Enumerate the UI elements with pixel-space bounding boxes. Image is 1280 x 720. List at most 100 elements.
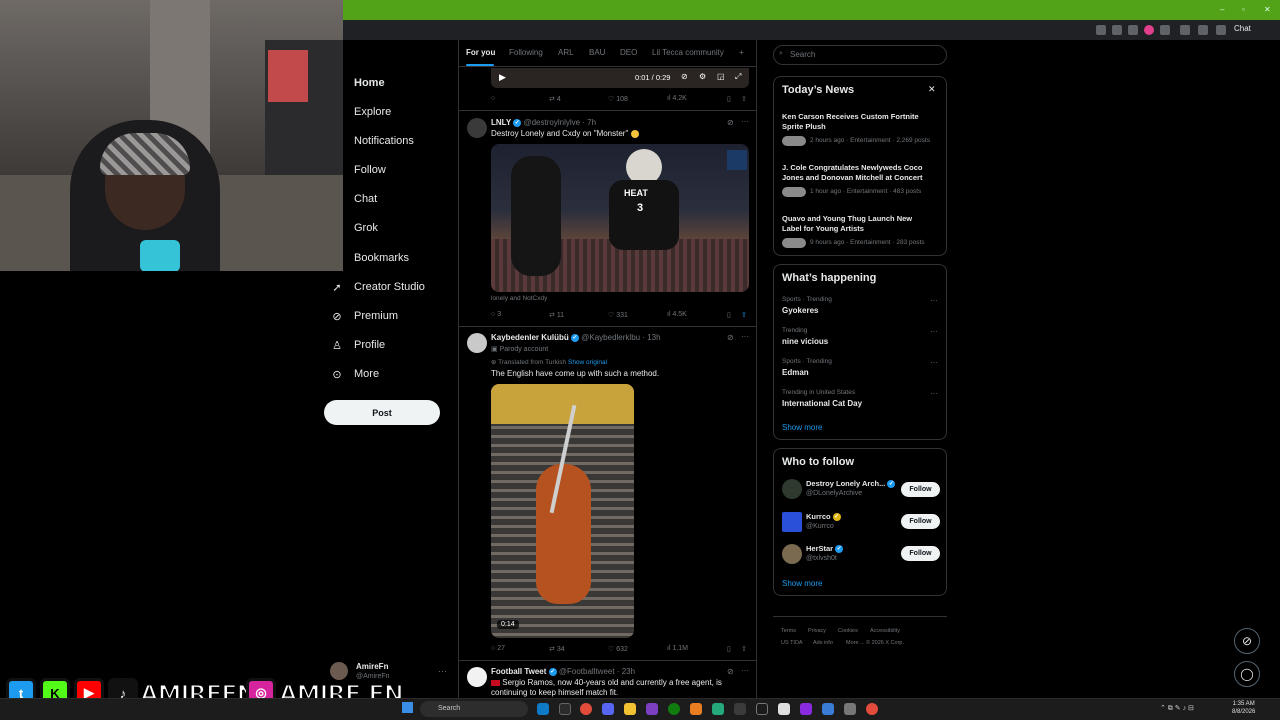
footer-more-link[interactable]: More ... bbox=[846, 640, 865, 646]
nav-more[interactable]: ⊙ More bbox=[330, 363, 379, 385]
avatar[interactable] bbox=[782, 479, 802, 499]
more-icon[interactable]: ··· bbox=[930, 296, 938, 305]
nav-home[interactable]: Home bbox=[330, 72, 385, 94]
app-icon[interactable] bbox=[712, 703, 724, 715]
avatar[interactable] bbox=[467, 118, 487, 138]
tab-deo[interactable]: DEO bbox=[620, 48, 637, 57]
pip-icon[interactable]: ◲ bbox=[717, 72, 725, 81]
footer-privacy-link[interactable]: Privacy bbox=[808, 628, 826, 634]
follow-suggestion-name[interactable]: Kurrco ✓ bbox=[806, 512, 841, 522]
tweet-author[interactable]: Kaybedenler Kulübü ✓ @Kaybedlerklbu · 13… bbox=[491, 333, 661, 342]
nav-profile[interactable]: ♙ Profile bbox=[330, 334, 385, 356]
tweet-video[interactable]: 0:14 bbox=[491, 384, 634, 638]
xbox-icon[interactable] bbox=[668, 703, 680, 715]
news-item-title[interactable]: Quavo and Young Thug Launch New Label fo… bbox=[782, 214, 932, 234]
maximize-icon[interactable]: ▫ bbox=[1242, 5, 1245, 14]
tab-for-you[interactable]: For you bbox=[466, 48, 495, 57]
more-icon[interactable]: ··· bbox=[930, 327, 938, 336]
more-icon[interactable]: ··· bbox=[741, 117, 749, 126]
trend-name[interactable]: Edman bbox=[782, 368, 809, 377]
views-icon[interactable]: ıl 4.5K bbox=[667, 311, 687, 318]
avatar[interactable] bbox=[467, 333, 487, 353]
chrome-icon[interactable] bbox=[866, 703, 878, 715]
app-icon[interactable] bbox=[559, 703, 571, 715]
avatar[interactable] bbox=[467, 667, 487, 687]
video-player[interactable]: ▶ 0:01 / 0:29 ⊘ ⚙ ◲ ⤢ bbox=[491, 68, 749, 88]
footer-ads-link[interactable]: Ads info bbox=[813, 640, 833, 646]
nav-grok[interactable]: Grok bbox=[330, 217, 378, 239]
terminal-icon[interactable] bbox=[756, 703, 768, 715]
show-more-link[interactable]: Show more bbox=[782, 423, 822, 432]
trend-name[interactable]: International Cat Day bbox=[782, 399, 862, 408]
follow-button[interactable]: Follow bbox=[901, 482, 940, 497]
close-icon[interactable]: ✕ bbox=[1264, 5, 1271, 14]
reader-icon[interactable] bbox=[1112, 25, 1122, 35]
star-icon[interactable] bbox=[1128, 25, 1138, 35]
app-icon[interactable] bbox=[690, 703, 702, 715]
nav-premium[interactable]: ⊘ Premium bbox=[330, 305, 398, 327]
taskbar-clock[interactable]: 1:35 AM 8/8/2026 bbox=[1232, 700, 1255, 716]
close-icon[interactable]: ✕ bbox=[928, 84, 936, 95]
settings-icon[interactable]: ⚙ bbox=[699, 72, 706, 81]
reply-icon[interactable]: ○ 3 bbox=[491, 311, 501, 318]
bookmark-icon[interactable]: ▯ bbox=[727, 645, 731, 653]
folder-icon[interactable] bbox=[624, 703, 636, 715]
nav-follow[interactable]: Follow bbox=[330, 159, 386, 181]
footer-tida-link[interactable]: US TIDA bbox=[781, 640, 803, 646]
share-icon[interactable]: ⇧ bbox=[741, 311, 747, 319]
show-original-link[interactable]: Show original bbox=[568, 359, 607, 366]
app-icon[interactable] bbox=[734, 703, 746, 715]
trend-name[interactable]: Gyokeres bbox=[782, 306, 818, 315]
app-icon[interactable] bbox=[646, 703, 658, 715]
taskbar-search[interactable]: Search bbox=[420, 701, 528, 717]
nav-chat[interactable]: Chat bbox=[330, 188, 377, 210]
show-more-link[interactable]: Show more bbox=[782, 579, 822, 588]
minimize-icon[interactable]: – bbox=[1220, 5, 1224, 14]
like-icon[interactable]: ♡ 331 bbox=[608, 311, 628, 319]
share-icon[interactable]: ⇧ bbox=[741, 645, 747, 653]
browser-chat-button[interactable]: Chat bbox=[1234, 24, 1251, 33]
follow-button[interactable]: Follow bbox=[901, 546, 940, 561]
tab-add[interactable]: + bbox=[739, 48, 744, 57]
grok-fab[interactable]: ⊘ bbox=[1234, 628, 1260, 654]
refresh-icon[interactable] bbox=[1160, 25, 1170, 35]
avatar[interactable] bbox=[782, 544, 802, 564]
share-icon[interactable]: ⇧ bbox=[741, 95, 747, 103]
fullscreen-icon[interactable]: ⤢ bbox=[735, 72, 741, 82]
settings-icon[interactable] bbox=[1216, 25, 1226, 35]
tab-arl[interactable]: ARL bbox=[558, 48, 574, 57]
nav-bookmarks[interactable]: Bookmarks bbox=[330, 247, 409, 269]
app-icon[interactable] bbox=[778, 703, 790, 715]
settings-icon[interactable] bbox=[844, 703, 856, 715]
grok-icon[interactable]: ⊘ bbox=[727, 118, 734, 127]
tab-bau[interactable]: BAU bbox=[589, 48, 605, 57]
tweet-image[interactable]: HEAT 3 bbox=[491, 144, 749, 292]
footer-accessibility-link[interactable]: Accessibility bbox=[870, 628, 900, 634]
app-icon[interactable] bbox=[822, 703, 834, 715]
retweet-icon[interactable]: ⇄ 11 bbox=[549, 311, 564, 319]
chrome-icon[interactable] bbox=[580, 703, 592, 715]
nav-notifications[interactable]: Notifications bbox=[330, 130, 414, 152]
avatar[interactable] bbox=[330, 662, 348, 680]
views-icon[interactable]: ıl 1.1M bbox=[667, 645, 688, 652]
nav-explore[interactable]: Explore bbox=[330, 101, 391, 123]
account-name[interactable]: AmireFn bbox=[356, 662, 388, 671]
extensions-icon[interactable] bbox=[1180, 25, 1190, 35]
more-icon[interactable]: ··· bbox=[930, 358, 938, 367]
mute-icon[interactable]: ⊘ bbox=[681, 72, 688, 81]
reply-icon[interactable]: ○ 27 bbox=[491, 645, 505, 652]
downloads-icon[interactable] bbox=[1198, 25, 1208, 35]
grok-icon[interactable]: ⊘ bbox=[727, 333, 734, 342]
windows-start-icon[interactable] bbox=[402, 702, 413, 713]
search-input[interactable]: Search bbox=[773, 45, 947, 65]
tweet-author[interactable]: Football Tweet ✓ @Footballtweet · 23h bbox=[491, 667, 635, 676]
bookmark-icon[interactable]: ▯ bbox=[727, 311, 731, 319]
nav-creator-studio[interactable]: ➚ Creator Studio bbox=[330, 276, 425, 298]
reply-icon[interactable]: ○ bbox=[491, 95, 495, 102]
more-icon[interactable]: ··· bbox=[741, 332, 749, 341]
edge-icon[interactable] bbox=[537, 703, 549, 715]
more-icon[interactable]: ··· bbox=[741, 666, 749, 675]
tab-lil-tecca-community[interactable]: Lil Tecca community bbox=[652, 48, 724, 57]
post-button[interactable]: Post bbox=[324, 400, 440, 425]
retweet-icon[interactable]: ⇄ 34 bbox=[549, 645, 565, 653]
